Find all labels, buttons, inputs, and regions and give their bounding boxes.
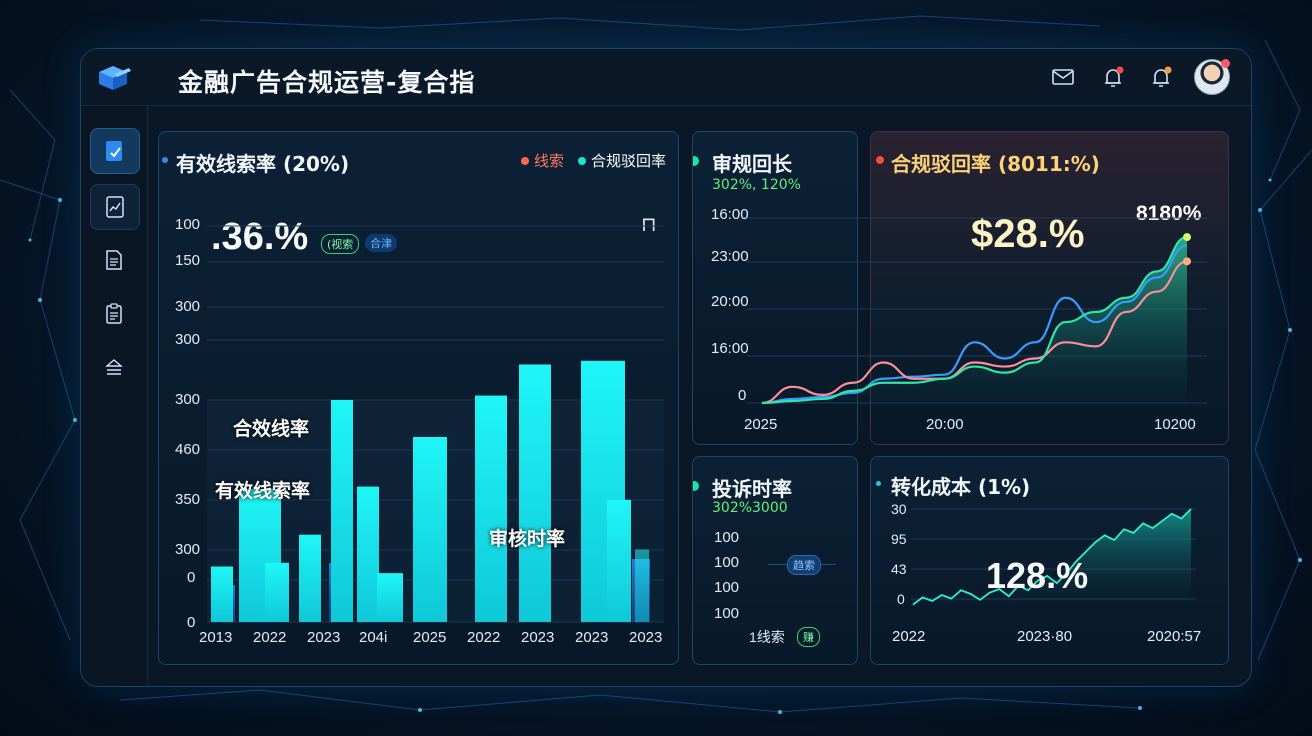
bar-leads-4 (331, 400, 353, 622)
y-tick: 300 (175, 391, 201, 408)
y-tick: 0 (897, 591, 905, 607)
panel-complaint: 投诉时率 302%3000 100 100 100 100 趋索 1线索 赚 (692, 456, 858, 665)
y-tick: 300 (175, 298, 201, 315)
y-tick: 30 (891, 501, 907, 517)
bar-leads-0 (211, 566, 233, 622)
bar-leads-5 (357, 486, 379, 622)
overlay-label-1: 合效线率 (233, 418, 310, 440)
x-tick: 204i (359, 629, 388, 646)
x-tick: 2023 (629, 629, 663, 646)
row-value: 100 (714, 579, 740, 596)
y-tick: 150 (175, 252, 201, 269)
x-tick: 2025 (413, 629, 447, 646)
endpoint-marker (1183, 233, 1191, 242)
tag-pill-trend: 趋索 (787, 555, 821, 575)
x-tick: 2020:57 (1147, 628, 1202, 645)
sidebar (81, 106, 148, 686)
bottom-label: 1线索 (749, 629, 785, 645)
x-tick: 20:00 (926, 416, 964, 433)
bell-icon[interactable] (1099, 63, 1127, 91)
bar-leads-9 (519, 364, 551, 622)
clipboard-icon (106, 303, 122, 324)
x-tick: 10200 (1154, 416, 1196, 433)
dashboard-window: 金融广告合规运营-复合指 有效线索率 (20%) 线索 合规驳回率 .36.% … (80, 48, 1252, 687)
bar-leads-6 (377, 573, 403, 622)
y-tick: 100 (175, 216, 201, 233)
notification-bell-icon[interactable] (1147, 63, 1175, 91)
x-tick: 2023 (521, 629, 555, 646)
y-tick: 460 (175, 441, 201, 458)
title-dot (693, 481, 699, 491)
sidebar-item-report[interactable] (90, 184, 140, 230)
y-tick: 300 (175, 541, 201, 558)
panel-title: 投诉时率 (712, 477, 792, 501)
y-tick: 300 (175, 331, 201, 348)
document-icon (106, 250, 122, 270)
tag-pill-earn: 赚 (797, 627, 820, 647)
bar-leads-3 (299, 534, 321, 622)
panel-conversion-cost: 转化成本 (1%) 128.% 30 95 43 0 2022 2023·80 … (870, 456, 1229, 665)
overlay-label-3: 审核时率 (489, 528, 566, 550)
cube-logo-icon[interactable] (95, 62, 133, 92)
sidebar-item-stack[interactable] (90, 346, 138, 390)
row-value: 100 (714, 554, 740, 571)
sidebar-item-clipboard[interactable] (90, 292, 138, 336)
sidebar-item-edit[interactable] (90, 128, 140, 174)
line-chart (747, 217, 1207, 405)
y-tick: 43 (891, 561, 907, 577)
x-tick: 2022 (892, 628, 926, 645)
panel-subtitle: 302%3000 (712, 500, 788, 516)
y-tick: 20:00 (711, 293, 749, 310)
bar-leads-2 (265, 562, 289, 622)
y-tick: 16:00 (711, 340, 749, 357)
bar-leads-12 (635, 549, 649, 622)
y-tick: 0 (738, 387, 747, 404)
y-tick: 0 (187, 569, 196, 586)
edit-document-icon (106, 141, 122, 161)
mail-icon[interactable] (1049, 63, 1077, 91)
row-value: 100 (714, 529, 740, 546)
y-tick: 350 (175, 491, 201, 508)
x-tick: 2022 (467, 629, 501, 646)
bar-leads-11 (607, 499, 631, 622)
app-title: 金融广告合规运营-复合指 (178, 68, 476, 97)
bar-leads-8 (475, 395, 507, 622)
panel-effective-leads: 有效线索率 (20%) 线索 合规驳回率 .36.% (视索 合津 ⊓ 合效线率… (158, 131, 679, 665)
avatar-status-dot (1221, 59, 1230, 68)
sidebar-item-documents[interactable] (90, 238, 138, 282)
y-tick: 0 (187, 614, 196, 631)
overlay-label-2: 有效线索率 (215, 480, 311, 502)
x-tick: 2025 (744, 416, 778, 433)
y-tick: 16:00 (711, 206, 749, 223)
row-value: 100 (714, 605, 740, 622)
x-tick: 2023 (307, 629, 341, 646)
top-bar: 金融广告合规运营-复合指 (81, 49, 1251, 106)
kpi-value: 128.% (986, 555, 1089, 596)
x-tick: 2023 (575, 629, 609, 646)
x-tick: 2013 (199, 629, 233, 646)
x-tick: 2022 (253, 629, 287, 646)
x-tick: 2023·80 (1017, 628, 1073, 645)
bar-leads-7 (413, 437, 447, 622)
y-tick: 23:00 (711, 248, 749, 265)
bar-chart (207, 225, 664, 623)
endpoint-marker (1183, 257, 1191, 266)
y-tick: 95 (891, 531, 907, 547)
stack-icon (105, 359, 123, 375)
chart-document-icon (106, 196, 124, 218)
